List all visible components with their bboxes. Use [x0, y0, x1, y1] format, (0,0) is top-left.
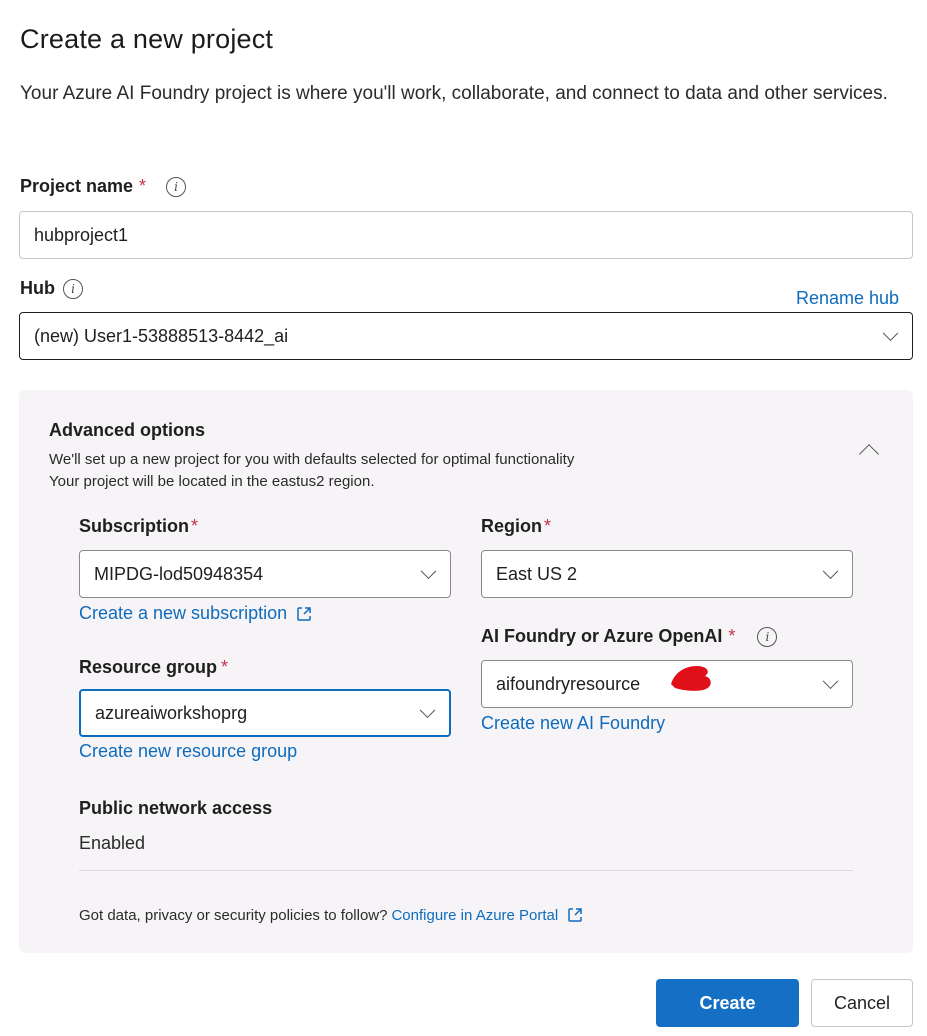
- required-marker: *: [191, 516, 199, 536]
- resource-group-label: Resource group *: [79, 657, 228, 678]
- resource-group-label-text: Resource group: [79, 657, 218, 677]
- divider: [79, 870, 853, 871]
- chevron-down-icon: [822, 673, 839, 690]
- create-subscription-link[interactable]: Create a new subscription: [79, 603, 313, 624]
- ai-resource-select-value: aifoundryresource: [496, 673, 641, 694]
- chevron-down-icon: [420, 563, 437, 580]
- info-icon[interactable]: i: [63, 278, 83, 299]
- configure-portal-link-text: Configure in Azure Portal: [391, 906, 559, 924]
- create-subscription-link-text: Create a new subscription: [79, 603, 288, 623]
- hub-select[interactable]: (new) User1-53888513-8442_ai: [19, 312, 913, 360]
- chevron-down-icon: [419, 702, 436, 719]
- required-marker: *: [544, 516, 552, 536]
- page-description: Your Azure AI Foundry project is where y…: [20, 83, 888, 104]
- page-title: Create a new project: [20, 24, 274, 54]
- rename-hub-link[interactable]: Rename hub: [796, 288, 899, 309]
- info-icon[interactable]: i: [166, 176, 187, 197]
- subscription-label: Subscription *: [79, 516, 198, 537]
- subscription-select-value: MIPDG-lod50948354: [94, 563, 264, 584]
- hub-select-value: (new) User1-53888513-8442_ai: [34, 325, 289, 346]
- ai-resource-label: AI Foundry or Azure OpenAI * i: [481, 626, 778, 647]
- policy-note: Got data, privacy or security policies t…: [79, 906, 584, 924]
- project-name-label-text: Project name: [20, 176, 134, 196]
- hub-label: Hub i: [20, 278, 83, 299]
- required-marker: *: [221, 657, 229, 677]
- advanced-subtitle-line1: We'll set up a new project for you with …: [49, 451, 575, 468]
- chevron-down-icon: [822, 563, 839, 580]
- ai-resource-label-text: AI Foundry or Azure OpenAI: [481, 626, 723, 646]
- advanced-options-subtitle: We'll set up a new project for you with …: [49, 449, 574, 493]
- region-select-value: East US 2: [496, 563, 578, 584]
- cancel-button[interactable]: Cancel: [811, 979, 913, 1027]
- external-link-icon: [297, 606, 311, 621]
- configure-portal-link[interactable]: Configure in Azure Portal: [391, 906, 584, 924]
- redaction-mark: [671, 666, 711, 691]
- advanced-options-title: Advanced options: [49, 420, 206, 440]
- advanced-subtitle-line2: Your project will be located in the east…: [49, 473, 375, 490]
- create-resource-group-link[interactable]: Create new resource group: [79, 741, 297, 762]
- hub-label-text: Hub: [20, 278, 55, 298]
- region-label-text: Region: [481, 516, 542, 536]
- info-icon[interactable]: i: [757, 626, 778, 647]
- resource-group-select-value: azureaiworkshoprg: [95, 702, 248, 723]
- create-button[interactable]: Create: [656, 979, 799, 1027]
- region-select[interactable]: East US 2: [481, 550, 853, 598]
- policy-text: Got data, privacy or security policies t…: [79, 906, 388, 924]
- region-label: Region *: [481, 516, 551, 537]
- network-access-label: Public network access: [79, 798, 273, 818]
- required-marker: *: [139, 176, 147, 196]
- create-ai-foundry-link[interactable]: Create new AI Foundry: [481, 713, 665, 734]
- subscription-label-text: Subscription: [79, 516, 190, 536]
- project-name-label: Project name * i: [20, 176, 187, 197]
- external-link-icon: [568, 908, 582, 922]
- subscription-select[interactable]: MIPDG-lod50948354: [79, 550, 451, 598]
- resource-group-select[interactable]: azureaiworkshoprg: [79, 689, 451, 737]
- chevron-down-icon: [882, 325, 899, 342]
- required-marker: *: [728, 626, 736, 646]
- project-name-input[interactable]: hubproject1: [19, 211, 913, 259]
- network-access-value: Enabled: [79, 833, 146, 853]
